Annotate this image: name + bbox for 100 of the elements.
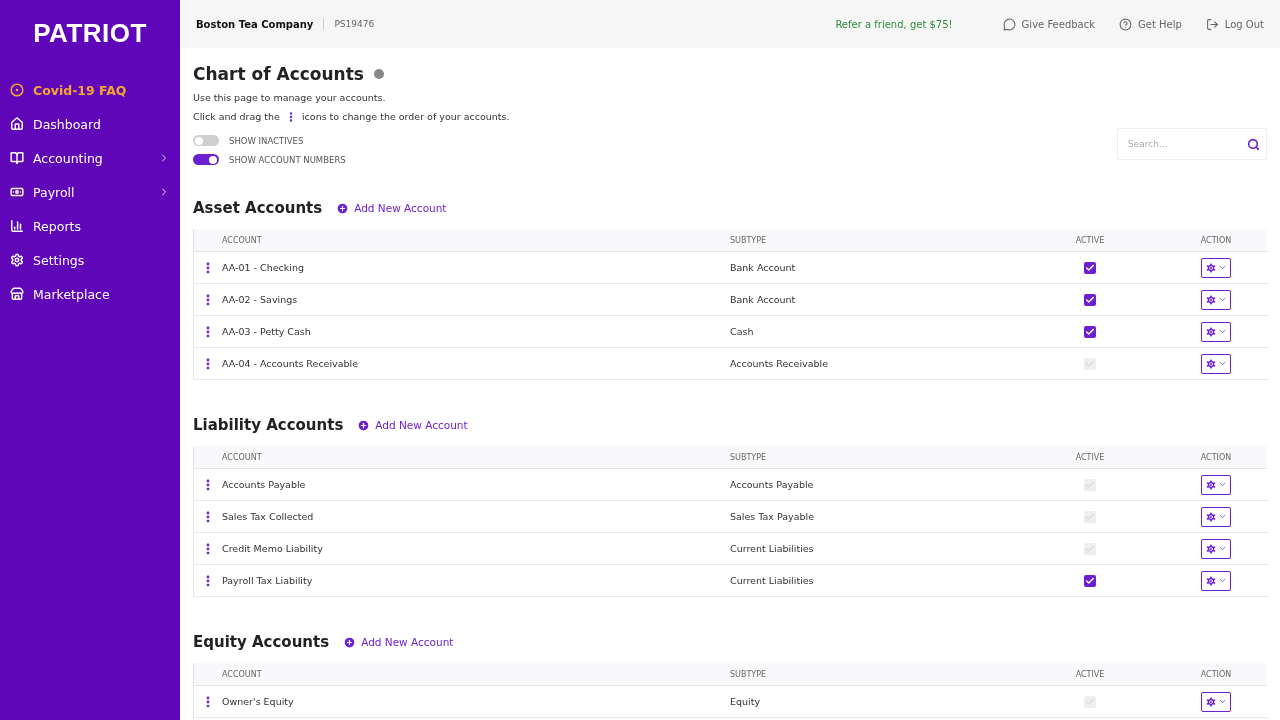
- section-title: Asset Accounts: [193, 199, 323, 217]
- column-header: ACTION: [1200, 669, 1232, 679]
- account-cell-text: Sales Tax Collected: [222, 511, 315, 522]
- subtype-cell-text: Current Liabilities: [730, 575, 815, 586]
- top-link[interactable]: Get Help: [1119, 17, 1182, 31]
- active-checkbox[interactable]: [1084, 325, 1096, 338]
- add-account-link[interactable]: Add New Account: [343, 635, 454, 649]
- action-button[interactable]: [1201, 570, 1231, 591]
- action-button[interactable]: [1201, 538, 1231, 559]
- caret-icon: [1218, 327, 1227, 336]
- help-icon: [1119, 17, 1132, 31]
- target-icon: [10, 83, 24, 97]
- gear-icon: [1205, 478, 1217, 491]
- action-button[interactable]: [1201, 321, 1231, 342]
- toggle-switch[interactable]: [193, 154, 219, 165]
- sidebar-item[interactable]: Settings: [0, 243, 180, 277]
- caret-icon: [1218, 697, 1227, 706]
- settings-icon: [10, 253, 24, 267]
- intro-text: Use this page to manage your accounts.: [193, 93, 387, 103]
- subtype-cell-text: Bank Account: [730, 294, 797, 305]
- speech-bubble-icon: [1002, 17, 1016, 31]
- add-account-link[interactable]: Add New Account: [357, 418, 468, 432]
- action-button[interactable]: [1201, 506, 1231, 527]
- caret-icon: [1218, 544, 1227, 553]
- account-cell-text: Owner's Equity: [222, 696, 295, 707]
- column-header: ACTIVE: [1075, 452, 1105, 462]
- add-account-link[interactable]: Add New Account: [336, 201, 447, 215]
- sidebar-item[interactable]: Covid-19 FAQ: [0, 73, 180, 107]
- column-header: ACCOUNT: [222, 669, 263, 679]
- sidebar-item[interactable]: Accounting: [0, 141, 180, 175]
- section-title: Liability Accounts: [193, 416, 344, 434]
- action-button[interactable]: [1201, 289, 1231, 310]
- action-button[interactable]: [1201, 691, 1231, 712]
- active-checkbox[interactable]: [1084, 293, 1096, 306]
- search-icon[interactable]: [1247, 137, 1260, 151]
- active-checkbox[interactable]: [1084, 542, 1096, 555]
- account-cell-text: AA-03 - Petty Cash: [222, 326, 312, 337]
- action-button[interactable]: [1201, 353, 1231, 374]
- page-title: Chart of Accounts: [193, 64, 364, 84]
- patriot-logo[interactable]: PATRIOT: [0, 0, 180, 73]
- active-checkbox[interactable]: [1084, 357, 1096, 370]
- action-button[interactable]: [1201, 474, 1231, 495]
- subtype-cell-text: Equity: [730, 696, 762, 707]
- gear-icon: [1205, 574, 1217, 587]
- caret-icon: [1218, 263, 1227, 272]
- info-icon[interactable]: [373, 69, 384, 79]
- top-link[interactable]: Log Out: [1205, 17, 1264, 31]
- subtype-cell-text: Bank Account: [730, 262, 797, 273]
- subtype-cell-text: Sales Tax Payable: [730, 511, 816, 522]
- gear-icon: [1205, 695, 1217, 708]
- section-title: Equity Accounts: [193, 633, 330, 651]
- plus-icon: [336, 201, 350, 215]
- home-icon: [10, 117, 24, 131]
- active-checkbox[interactable]: [1084, 510, 1096, 523]
- subtype-cell-text: Current Liabilities: [730, 543, 815, 554]
- active-checkbox[interactable]: [1084, 574, 1096, 587]
- gear-icon: [1205, 325, 1217, 338]
- caret-icon: [1218, 576, 1227, 585]
- gear-icon: [1205, 542, 1217, 555]
- toggle-label: SHOW INACTIVES: [229, 135, 304, 146]
- account-cell-text: AA-01 - Checking: [222, 262, 305, 273]
- column-header: ACTION: [1200, 235, 1232, 245]
- instruction-text: icons to change the order of your accounts.: [301, 112, 510, 122]
- top-link[interactable]: Give Feedback: [1002, 17, 1095, 31]
- column-header: SUBTYPE: [730, 452, 768, 462]
- sidebar-item[interactable]: Dashboard: [0, 107, 180, 141]
- sidebar-item[interactable]: Marketplace: [0, 277, 180, 311]
- column-header: ACTION: [1200, 452, 1232, 462]
- action-button[interactable]: [1201, 257, 1231, 278]
- toggle-switch[interactable]: [193, 135, 219, 146]
- caret-icon: [1218, 480, 1227, 489]
- column-header: SUBTYPE: [730, 235, 768, 245]
- plus-icon: [343, 635, 357, 649]
- account-cell-text: Accounts Payable: [222, 479, 307, 490]
- search-field[interactable]: Search...: [1117, 128, 1267, 160]
- sidebar-item[interactable]: Reports: [0, 209, 180, 243]
- active-checkbox[interactable]: [1084, 478, 1096, 491]
- instruction-text: Click and drag the: [193, 112, 280, 122]
- sidebar-item[interactable]: Payroll: [0, 175, 180, 209]
- banknote-icon: [10, 185, 24, 199]
- subtype-cell-text: Accounts Payable: [730, 479, 815, 490]
- column-header: ACCOUNT: [222, 452, 263, 462]
- caret-icon: [1218, 512, 1227, 521]
- logout-icon: [1205, 17, 1219, 31]
- account-cell-text: Payroll Tax Liability: [222, 575, 314, 586]
- referral-link[interactable]: Refer a friend, get $75!: [835, 18, 953, 30]
- account-cell-text: AA-02 - Savings: [222, 294, 299, 305]
- book-icon: [10, 151, 24, 165]
- column-header: ACTIVE: [1075, 235, 1105, 245]
- company-name: Boston Tea Company: [196, 18, 314, 30]
- gear-icon: [1205, 293, 1217, 306]
- subtype-cell-text: Accounts Receivable: [730, 358, 829, 369]
- active-checkbox[interactable]: [1084, 261, 1096, 274]
- company-id: PS19476: [334, 19, 375, 29]
- plus-icon: [357, 418, 371, 432]
- gear-icon: [1205, 510, 1217, 523]
- active-checkbox[interactable]: [1084, 695, 1096, 708]
- store-icon: [10, 287, 24, 301]
- caret-icon: [1218, 295, 1227, 304]
- account-cell-text: Credit Memo Liability: [222, 543, 324, 554]
